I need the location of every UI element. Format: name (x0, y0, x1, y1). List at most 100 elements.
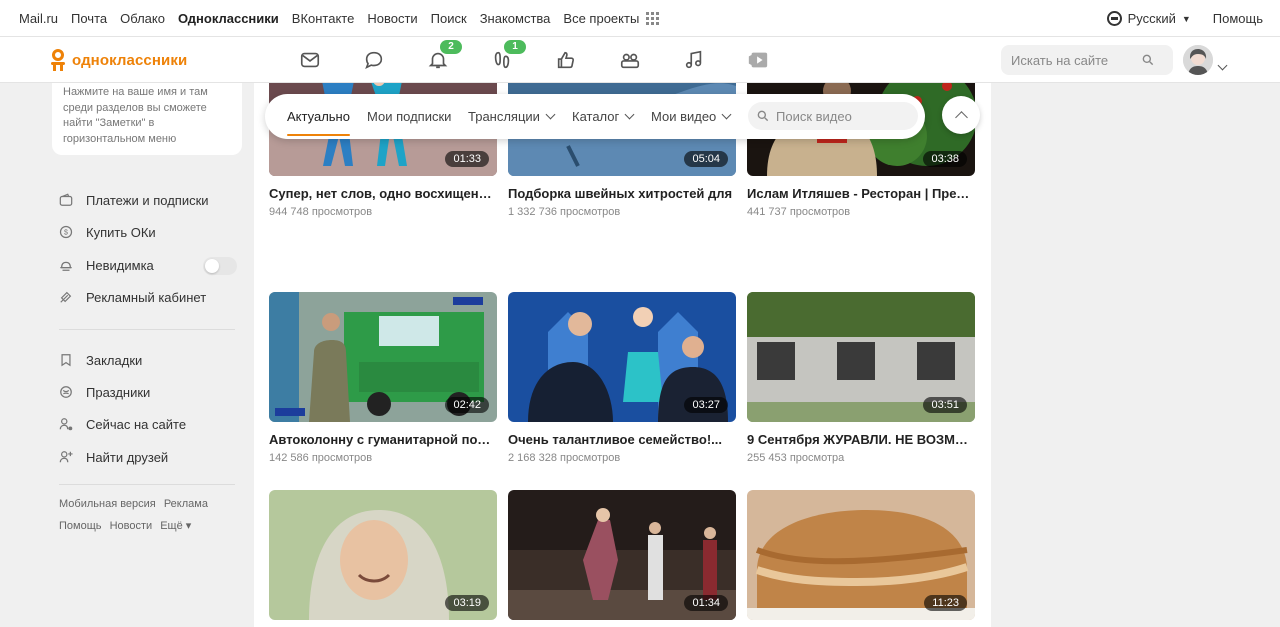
video-title[interactable]: Подборка швейных хитростей для (508, 186, 736, 201)
tab-actual[interactable]: Актуально (287, 94, 350, 139)
account-menu-chevron-icon[interactable] (1217, 56, 1228, 74)
video-card[interactable]: 02:42 Автоколонну с гуманитарной помощью… (269, 292, 497, 464)
footer-link-help[interactable]: Помощь (59, 520, 102, 532)
sidebar-item-payments[interactable]: Платежи и подписки (59, 190, 239, 210)
sidebar-item-holidays[interactable]: Праздники (59, 382, 239, 402)
wallet-icon (59, 193, 73, 207)
video-thumbnail[interactable]: 03:27 (508, 292, 736, 422)
video-title[interactable]: Автоколонну с гуманитарной помощью (269, 432, 497, 447)
portal-link-oblako[interactable]: Облако (120, 11, 165, 26)
tab-my-videos[interactable]: Мои видео (651, 94, 732, 139)
video-title[interactable]: Очень талантливое семейство!... (508, 432, 736, 447)
tab-catalog[interactable]: Каталог (572, 94, 635, 139)
tab-broadcasts[interactable]: Трансляции (468, 94, 556, 139)
sidebar-item-label: Закладки (86, 352, 143, 368)
tab-label: Каталог (572, 109, 620, 124)
footer-link-mobile[interactable]: Мобильная версия (59, 498, 156, 510)
apps-grid-icon[interactable] (646, 12, 660, 25)
video-card[interactable]: 11:23 (747, 490, 975, 627)
portal-link-all-projects[interactable]: Все проекты (563, 11, 639, 26)
megaphone-icon (59, 290, 73, 304)
friends-icon[interactable] (618, 48, 642, 72)
footer-link-ads[interactable]: Реклама (164, 498, 208, 510)
video-card[interactable]: 03:51 9 Сентября ЖУРАВЛИ. НЕ ВОЗМОЖНО 25… (747, 292, 975, 464)
ok-logo[interactable]: одноклассники (50, 49, 187, 71)
video-thumbnail[interactable]: 01:34 (508, 490, 736, 620)
portal-link-mailru[interactable]: Mail.ru (19, 11, 58, 26)
tab-my-subscriptions[interactable]: Мои подписки (367, 94, 451, 139)
video-duration: 03:27 (684, 397, 728, 413)
video-thumbnail[interactable]: 03:51 (747, 292, 975, 422)
tab-label: Мои видео (651, 109, 717, 124)
video-views: 2 168 328 просмотров (508, 452, 621, 464)
video-search-input[interactable] (776, 108, 906, 124)
messages-icon[interactable] (298, 48, 322, 72)
video-views: 441 737 просмотров (747, 206, 851, 218)
video-duration: 02:42 (445, 397, 489, 413)
footer-link-more[interactable]: Ещё ▾ (160, 520, 191, 532)
video-duration: 11:23 (924, 595, 967, 611)
portal-link-ok[interactable]: Одноклассники (178, 11, 279, 26)
video-title[interactable]: 9 Сентября ЖУРАВЛИ. НЕ ВОЗМОЖНО (747, 432, 975, 447)
tab-label: Мои подписки (367, 109, 452, 124)
video-title[interactable]: Ислам Итляшев - Ресторан | Премьера (747, 186, 975, 201)
video-tab-bar: Актуально Мои подписки Трансляции Катало… (265, 94, 925, 139)
portal-link-vk[interactable]: ВКонтакте (292, 11, 355, 26)
video-card[interactable]: 01:34 (508, 490, 736, 627)
tab-label: Актуально (287, 109, 350, 124)
portal-link-search[interactable]: Поиск (431, 11, 467, 26)
sidebar-item-invisible[interactable]: Невидимка (59, 255, 239, 275)
bookmark-icon (59, 353, 73, 367)
globe-icon (1106, 11, 1122, 26)
sidebar-item-label: Найти друзей (86, 449, 169, 465)
site-search-input[interactable] (1011, 52, 1141, 68)
sidebar-item-label: Купить ОКи (86, 224, 156, 240)
sidebar-item-bookmarks[interactable]: Закладки (59, 350, 239, 370)
video-title[interactable]: Супер, нет слов, одно восхищение! (269, 186, 497, 201)
gift-icon (59, 385, 73, 399)
video-duration: 05:04 (684, 151, 728, 167)
portal-link-news[interactable]: Новости (367, 11, 417, 26)
caret-down-icon: ▼ (1181, 13, 1191, 24)
sidebar-item-online-now[interactable]: Сейчас на сайте (59, 414, 239, 434)
video-views: 142 586 просмотров (269, 452, 373, 464)
ok-logo-icon (50, 49, 66, 71)
video-card[interactable]: 03:19 (269, 490, 497, 627)
scroll-up-button[interactable] (942, 96, 980, 134)
guests-icon[interactable]: 1 (490, 40, 526, 72)
video-thumbnail[interactable]: 11:23 (747, 490, 975, 620)
sidebar-item-label: Праздники (86, 384, 151, 400)
video-duration: 01:34 (684, 595, 728, 611)
sidebar-item-buy-ok[interactable]: $ Купить ОКи (59, 222, 239, 242)
music-icon[interactable] (682, 48, 706, 72)
portal-links: Mail.ru Почта Облако Одноклассники ВКонт… (19, 0, 672, 37)
avatar[interactable] (1183, 45, 1213, 75)
events-icon[interactable] (554, 48, 578, 72)
notifications-icon[interactable]: 2 (426, 40, 462, 72)
invisible-icon (59, 258, 73, 272)
video-duration: 01:33 (445, 151, 489, 167)
portal-link-pochta[interactable]: Почта (71, 11, 107, 26)
discussions-icon[interactable] (362, 48, 386, 72)
search-icon[interactable] (1141, 53, 1155, 67)
sidebar-item-label: Невидимка (86, 257, 154, 273)
site-search[interactable] (1001, 45, 1173, 75)
sidebar-item-find-friends[interactable]: Найти друзей (59, 447, 239, 467)
main-header: одноклассники 2 1 (0, 37, 1280, 83)
notes-hint-text: Нажмите на ваше имя и там среди разделов… (63, 86, 208, 145)
video-thumbnail[interactable]: 02:42 (269, 292, 497, 422)
help-link[interactable]: Помощь (1213, 11, 1263, 26)
video-card[interactable]: 03:27 Очень талантливое семейство!... 2 … (508, 292, 736, 464)
portal-bar: Mail.ru Почта Облако Одноклассники ВКонт… (0, 0, 1280, 37)
portal-link-dating[interactable]: Знакомства (480, 11, 551, 26)
video-icon[interactable] (746, 48, 770, 72)
footer-link-news[interactable]: Новости (110, 520, 153, 532)
video-search[interactable] (748, 102, 918, 130)
invisible-toggle[interactable] (203, 257, 237, 275)
sidebar-item-ads-cabinet[interactable]: Рекламный кабинет (59, 287, 239, 307)
language-selector[interactable]: Русский ▼ (1106, 11, 1191, 26)
chevron-down-icon (721, 109, 732, 120)
sidebar-footer-row2: Помощь Новости Ещё ▾ (59, 519, 196, 532)
video-thumbnail[interactable]: 03:19 (269, 490, 497, 620)
video-duration: 03:51 (923, 397, 967, 413)
